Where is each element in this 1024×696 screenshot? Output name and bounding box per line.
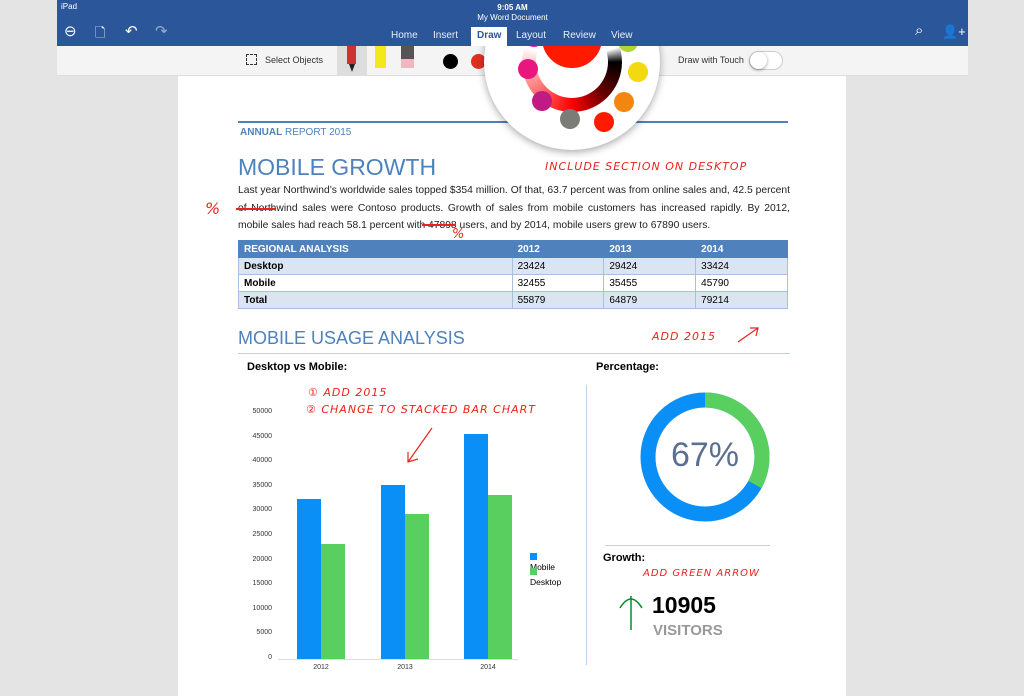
y-tick-label: 20000 <box>252 555 272 563</box>
annotation-percent-sign: % <box>205 199 222 218</box>
x-tick-label: 2012 <box>313 664 329 671</box>
annotation-item-1: ① ADD 2015 <box>308 386 388 399</box>
bar-desktop-2014 <box>488 494 512 659</box>
cell: 79214 <box>695 291 788 309</box>
x-tick-label: 2013 <box>397 664 413 671</box>
clock: 9:05 AM <box>497 3 528 12</box>
tab-layout[interactable]: Layout <box>510 27 552 46</box>
palette-color-swatch[interactable] <box>628 62 648 82</box>
color-black[interactable] <box>443 54 458 69</box>
kicker-rest: REPORT 2015 <box>282 127 352 138</box>
y-tick-label: 45000 <box>252 432 272 440</box>
th: 2012 <box>511 240 605 258</box>
search-icon[interactable]: ⌕ <box>915 22 923 39</box>
select-objects-icon[interactable] <box>246 54 257 65</box>
y-tick-label: 30000 <box>252 506 272 514</box>
y-tick-label: 40000 <box>252 457 272 465</box>
table-row: Desktop 23424 29424 33424 <box>238 257 788 275</box>
bar-mobile-2014 <box>464 433 488 659</box>
y-tick-label: 5000 <box>256 629 272 637</box>
tab-draw[interactable]: Draw <box>471 27 508 46</box>
cell: 45790 <box>695 274 788 292</box>
percentage-value: 67% <box>670 436 740 474</box>
chart-title: Desktop vs Mobile: <box>247 361 348 373</box>
percentage-title: Percentage: <box>596 361 659 373</box>
eraser-tool[interactable] <box>401 46 414 68</box>
bar-desktop-2012 <box>321 543 345 659</box>
body-paragraph[interactable]: Last year Northwind’s worldwide sales to… <box>238 182 790 235</box>
highlighter-tool[interactable] <box>375 46 386 68</box>
growth-title: Growth: <box>603 552 646 564</box>
cell: 35455 <box>603 274 697 292</box>
x-axis <box>278 659 518 660</box>
section-rule <box>238 353 790 354</box>
table-row: Total 55879 64879 79214 <box>238 291 788 309</box>
palette-color-swatch[interactable] <box>532 91 552 111</box>
y-tick-label: 15000 <box>252 580 272 588</box>
cell: 32455 <box>511 274 605 292</box>
cell: Desktop <box>238 257 513 275</box>
cell: Total <box>238 291 513 309</box>
legend-item-desktop: Desktop <box>530 567 561 587</box>
growth-unit: VISITORS <box>653 622 723 639</box>
undo-icon[interactable]: ↶ <box>125 22 138 40</box>
strike-mark <box>422 224 456 226</box>
th: 2013 <box>603 240 697 258</box>
cell: 55879 <box>511 291 605 309</box>
th: 2014 <box>695 240 788 258</box>
palette-color-swatch[interactable] <box>560 109 580 129</box>
y-tick-label: 50000 <box>252 408 272 415</box>
th: REGIONAL ANALYSIS <box>238 240 513 258</box>
select-objects-button[interactable]: Select Objects <box>265 55 323 65</box>
growth-value: 10905 <box>652 592 716 618</box>
tab-view[interactable]: View <box>605 27 639 46</box>
back-icon[interactable]: ⊖ <box>64 22 77 40</box>
y-tick-label: 0 <box>268 654 272 661</box>
palette-color-swatch[interactable] <box>614 92 634 112</box>
kicker-bold: ANNUAL <box>240 127 283 138</box>
annotation-percent-sign-2: % <box>452 227 466 242</box>
table-row: Mobile 32455 35455 45790 <box>238 274 788 292</box>
x-tick-label: 2014 <box>480 664 496 671</box>
y-tick-label: 10000 <box>252 604 272 612</box>
section-heading: MOBILE USAGE ANALYSIS <box>238 328 465 348</box>
cell: 33424 <box>695 257 788 275</box>
page-title: MOBILE GROWTH <box>238 154 437 180</box>
cell: 64879 <box>603 291 697 309</box>
strike-mark <box>236 208 276 210</box>
annotation-item-2: ② CHANGE TO STACKED BAR CHART <box>306 403 536 416</box>
file-icon[interactable]: 🗋 <box>95 24 105 46</box>
pen-tool[interactable] <box>337 46 367 76</box>
y-tick-label: 25000 <box>252 531 272 538</box>
annotation-include-desktop: INCLUDE SECTION ON DESKTOP <box>545 160 748 173</box>
bar-mobile-2012 <box>297 499 321 659</box>
bar-desktop-2013 <box>405 514 429 659</box>
document-title: My Word Document <box>477 13 548 22</box>
y-tick-label: 35000 <box>252 481 272 489</box>
regional-table: REGIONAL ANALYSIS 2012 2013 2014 Desktop… <box>238 240 788 309</box>
tab-home[interactable]: Home <box>385 27 424 46</box>
draw-with-touch-label: Draw with Touch <box>678 55 744 65</box>
annotation-add-2015: ADD 2015 <box>652 330 716 343</box>
cell: Mobile <box>238 274 513 292</box>
growth-rule <box>605 545 770 546</box>
column-divider <box>586 385 587 665</box>
redo-icon[interactable]: ↷ <box>155 22 168 40</box>
cell: 29424 <box>603 257 697 275</box>
cell: 23424 <box>511 257 605 275</box>
tab-review[interactable]: Review <box>557 27 602 46</box>
tab-insert[interactable]: Insert <box>427 27 464 46</box>
share-user-icon[interactable]: 👤+ <box>942 24 966 40</box>
bar-mobile-2013 <box>381 484 405 659</box>
palette-color-swatch[interactable] <box>594 112 614 132</box>
draw-with-touch-toggle[interactable] <box>749 51 783 70</box>
top-bar: iPad 9:05 AM My Word Document ⊖ 🗋 ↶ ↷ Ho… <box>57 0 968 46</box>
annotation-add-green-arrow: ADD GREEN ARROW <box>643 568 760 579</box>
report-kicker: ANNUAL REPORT 2015 <box>240 127 351 138</box>
palette-color-swatch[interactable] <box>518 59 538 79</box>
